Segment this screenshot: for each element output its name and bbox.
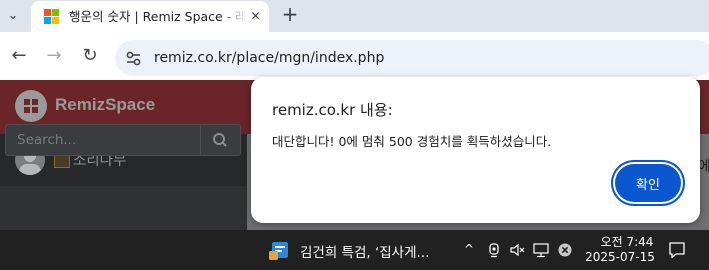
- windows-logo-icon: [15, 90, 47, 122]
- tab-search-button[interactable]: ⌄: [0, 3, 26, 29]
- clock-date[interactable]: 2025-07-15: [580, 250, 660, 264]
- brand-name[interactable]: RemizSpace: [55, 95, 155, 115]
- network-icon[interactable]: [533, 242, 549, 258]
- news-icon[interactable]: [269, 239, 291, 261]
- chat-bubble-icon[interactable]: [668, 241, 686, 259]
- speaker-muted-icon[interactable]: [509, 242, 525, 258]
- back-button[interactable]: ←: [7, 44, 31, 68]
- tab-strip: ⌄ 행운의 숫자 | Remiz Space - 레 ✕ +: [0, 0, 709, 32]
- url-text[interactable]: remiz.co.kr/place/mgn/index.php: [154, 49, 384, 67]
- windows-logo-icon: [44, 9, 60, 25]
- browser-toolbar: ← → ↻ remiz.co.kr/place/mgn/index.php: [0, 32, 709, 80]
- dialog-message: 대단합니다! 0에 멈춰 500 경험치를 획득하셨습니다.: [272, 134, 552, 149]
- reload-button[interactable]: ↻: [78, 44, 102, 68]
- search-placeholder: Search...: [17, 132, 77, 148]
- new-tab-button[interactable]: +: [278, 3, 302, 27]
- alert-dialog: remiz.co.kr 내용: 대단합니다! 0에 멈춰 500 경험치를 획득…: [251, 77, 700, 223]
- search-input[interactable]: Search...: [5, 124, 201, 156]
- search-icon: [213, 133, 227, 147]
- dialog-title: remiz.co.kr 내용:: [272, 101, 393, 119]
- webcam-icon[interactable]: [486, 242, 502, 258]
- site-info-icon[interactable]: [123, 47, 145, 69]
- ok-button[interactable]: 확인: [615, 164, 681, 202]
- forward-button[interactable]: →: [42, 44, 66, 68]
- tab-close-icon[interactable]: ✕: [246, 7, 265, 26]
- address-bar[interactable]: remiz.co.kr/place/mgn/index.php: [115, 40, 709, 76]
- news-headline[interactable]: 김건희 특검, ‘집사게...: [300, 241, 429, 261]
- tab-active[interactable]: 행운의 숫자 | Remiz Space - 레 ✕: [31, 1, 269, 32]
- taskbar: 김건희 특검, ‘집사게... ^ 오전 7:44 2025-07-15: [0, 230, 709, 270]
- search-button[interactable]: [200, 124, 241, 156]
- clock-time[interactable]: 오전 7:44: [592, 233, 662, 250]
- close-circle-icon[interactable]: [557, 242, 573, 258]
- tab-title: 행운의 숫자 | Remiz Space - 레: [69, 9, 247, 24]
- tray-overflow-button[interactable]: ^: [462, 240, 476, 258]
